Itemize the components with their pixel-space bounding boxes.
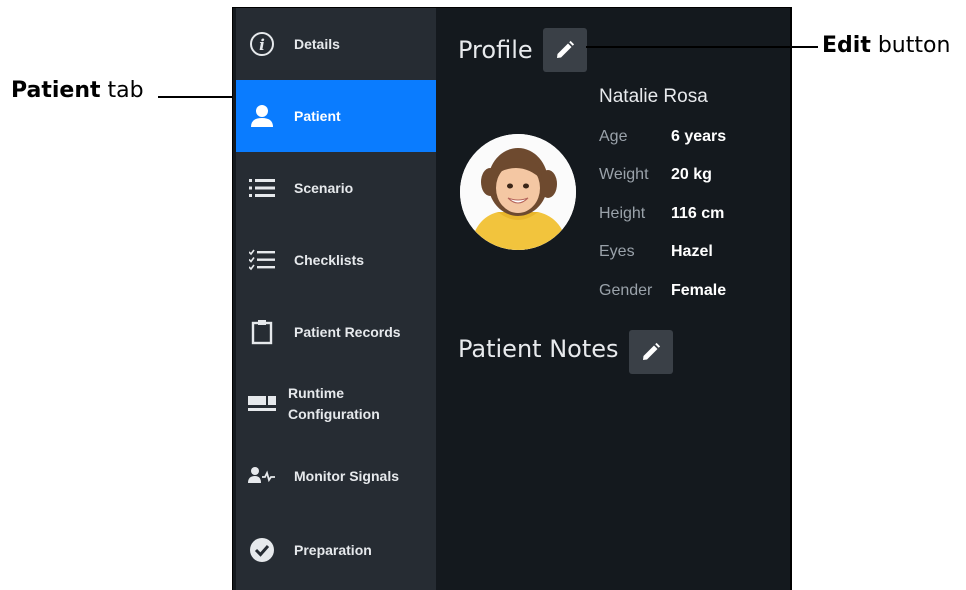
edit-profile-button[interactable]	[543, 28, 587, 72]
svg-text:i: i	[259, 36, 265, 54]
field-value: 20 kg	[671, 166, 712, 183]
patient-tab-callout: Patient tab	[11, 78, 144, 103]
profile-field-height: Height 116 cm	[599, 205, 724, 223]
profile-heading: Profile	[458, 36, 533, 64]
patient-avatar	[460, 134, 576, 250]
sidebar-item-preparation[interactable]: Preparation	[236, 512, 436, 588]
sidebar-item-label: Scenario	[294, 179, 354, 196]
sidebar-item-patient-records[interactable]: Patient Records	[236, 296, 436, 368]
callout-rest: button	[870, 33, 951, 58]
pencil-icon	[643, 342, 661, 360]
profile-field-eyes: Eyes Hazel	[599, 243, 713, 261]
field-label: Gender	[599, 282, 653, 299]
sidebar-item-checklists[interactable]: Checklists	[236, 224, 436, 296]
app-window: i Details Patient Scenario Checklists Pa…	[232, 7, 792, 590]
sidebar-item-runtime-configuration[interactable]: Runtime Configuration	[236, 368, 436, 440]
callout-bold: Patient	[11, 78, 101, 103]
clipboard-icon	[248, 318, 276, 346]
edit-button-callout-line	[586, 46, 818, 48]
sidebar-item-label: Patient	[294, 107, 341, 124]
field-value: 6 years	[671, 128, 727, 145]
profile-field-weight: Weight 20 kg	[599, 166, 712, 184]
field-label: Weight	[599, 166, 649, 183]
check-circle-icon	[248, 536, 276, 564]
callout-bold: Edit	[822, 33, 871, 58]
sidebar: i Details Patient Scenario Checklists Pa…	[236, 8, 436, 590]
layout-icon	[248, 390, 276, 418]
edit-button-callout: Edit button	[822, 33, 950, 58]
person-icon	[248, 102, 276, 130]
checklist-icon	[248, 246, 276, 274]
sidebar-item-label: Monitor Signals	[294, 467, 399, 484]
field-label: Height	[599, 205, 646, 222]
sidebar-item-label: Patient Records	[294, 323, 401, 340]
callout-rest: tab	[100, 78, 144, 103]
person-signal-icon	[248, 462, 276, 490]
main-panel: Profile Natalie Rosa Age 6 years Weight …	[436, 8, 790, 590]
profile-field-gender: Gender Female	[599, 282, 726, 300]
sidebar-item-label: Checklists	[294, 251, 365, 268]
sidebar-item-scenario[interactable]: Scenario	[236, 152, 436, 224]
info-icon: i	[248, 30, 276, 58]
profile-field-age: Age 6 years	[599, 128, 726, 146]
patient-notes-heading: Patient Notes	[458, 335, 619, 363]
field-label: Eyes	[599, 243, 635, 260]
sidebar-item-label: Runtime Configuration	[288, 385, 380, 422]
field-value: Hazel	[671, 243, 713, 260]
pencil-icon	[557, 40, 575, 58]
list-icon	[248, 174, 276, 202]
field-value: Female	[671, 282, 727, 299]
patient-name: Natalie Rosa	[599, 86, 708, 107]
field-label: Age	[599, 128, 628, 145]
field-value: 116 cm	[671, 205, 725, 222]
sidebar-item-label: Preparation	[294, 541, 372, 558]
sidebar-item-label: Details	[294, 35, 340, 52]
sidebar-item-monitor-signals[interactable]: Monitor Signals	[236, 440, 436, 512]
edit-notes-button[interactable]	[629, 330, 673, 374]
sidebar-item-patient[interactable]: Patient	[236, 80, 436, 152]
sidebar-item-details[interactable]: i Details	[236, 8, 436, 80]
